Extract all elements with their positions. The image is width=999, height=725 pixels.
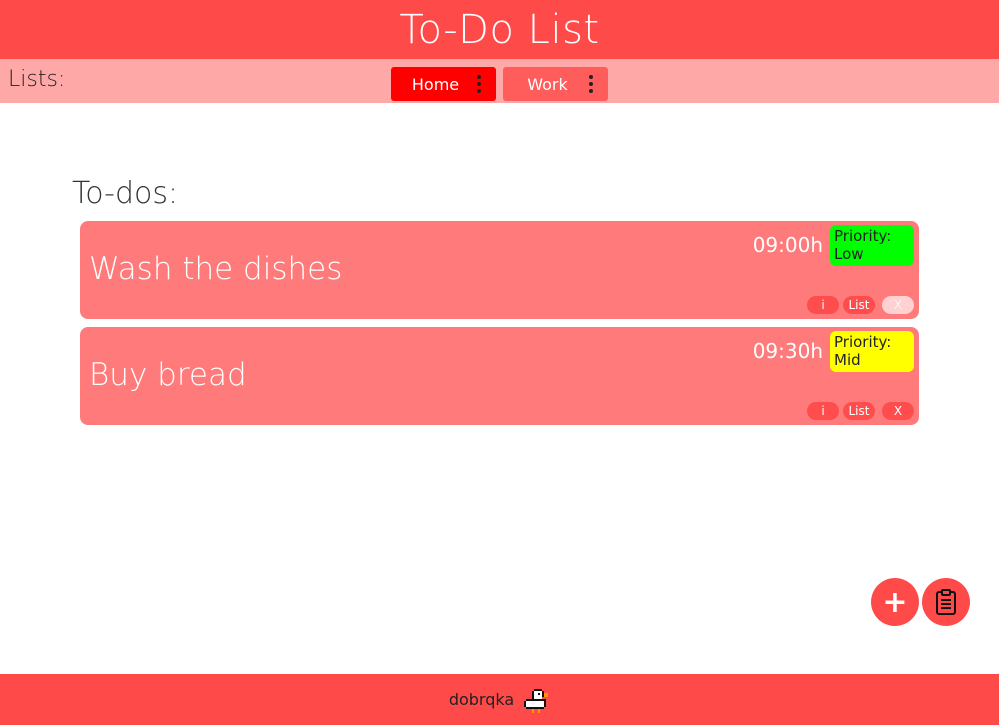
author-name: dobrqka	[448, 690, 515, 709]
todo-card[interactable]: Buy bread 09:30h Priority: Mid i List X	[80, 327, 919, 425]
list-tab-work[interactable]: Work	[503, 67, 608, 101]
kebab-menu-icon[interactable]	[477, 75, 481, 93]
move-to-list-button[interactable]: List	[843, 402, 875, 420]
delete-button[interactable]: X	[882, 296, 914, 314]
delete-button[interactable]: X	[882, 402, 914, 420]
todo-card[interactable]: Wash the dishes 09:00h Priority: Low i L…	[80, 221, 919, 319]
info-button[interactable]: i	[807, 402, 839, 420]
lists-bar: Lists: Home Work	[0, 59, 999, 103]
list-tab-label: Home	[411, 74, 460, 94]
info-button[interactable]: i	[807, 296, 839, 314]
move-to-list-button[interactable]: List	[843, 296, 875, 314]
clipboard-button[interactable]	[922, 578, 970, 626]
kebab-menu-icon[interactable]	[589, 75, 593, 93]
add-todo-button[interactable]: +	[871, 578, 919, 626]
app-title: To-Do List	[399, 6, 600, 53]
clipboard-icon	[936, 589, 956, 615]
priority-value: Low	[834, 245, 864, 263]
app-header: To-Do List	[0, 0, 999, 59]
priority-label: Priority:	[834, 227, 892, 245]
priority-label: Priority:	[834, 333, 892, 351]
todo-title: Buy bread	[89, 357, 247, 393]
lists-label: Lists:	[8, 67, 66, 92]
priority-badge: Priority: Mid	[830, 331, 914, 372]
todo-time: 09:30h	[752, 339, 823, 363]
footer: dobrqka	[0, 674, 999, 725]
duck-pixel-icon	[524, 688, 549, 713]
todos-heading: To-dos:	[72, 176, 179, 211]
todo-time: 09:00h	[752, 233, 823, 257]
list-tab-home[interactable]: Home	[391, 67, 496, 101]
todo-title: Wash the dishes	[89, 251, 343, 287]
list-tab-label: Work	[527, 74, 568, 94]
priority-badge: Priority: Low	[830, 225, 914, 266]
plus-icon: +	[882, 584, 908, 620]
priority-value: Mid	[834, 351, 861, 369]
